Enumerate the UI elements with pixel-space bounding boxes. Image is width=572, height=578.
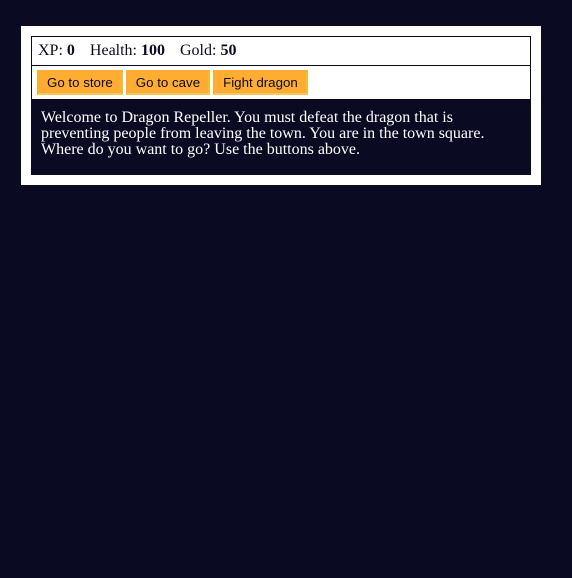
health-stat: Health: 100 [90,42,165,59]
gold-value: 50 [220,42,237,59]
health-value: 100 [141,42,165,59]
controls-bar: Go to store Go to cave Fight dragon [31,66,531,100]
xp-label: XP: [38,42,63,59]
fight-dragon-button[interactable]: Fight dragon [213,70,308,95]
gold-stat: Gold: 50 [180,42,236,59]
gold-label: Gold: [180,42,217,59]
go-to-store-button[interactable]: Go to store [37,70,123,95]
game-container: XP: 0 Health: 100 Gold: 50 Go to store Go… [21,26,541,185]
xp-stat: XP: 0 [38,42,75,59]
xp-value: 0 [66,42,75,59]
health-label: Health: [89,42,137,59]
stats-bar: XP: 0 Health: 100 Gold: 50 [31,36,531,66]
story-text: Welcome to Dragon Repeller. You must def… [31,100,531,175]
go-to-cave-button[interactable]: Go to cave [125,70,211,95]
